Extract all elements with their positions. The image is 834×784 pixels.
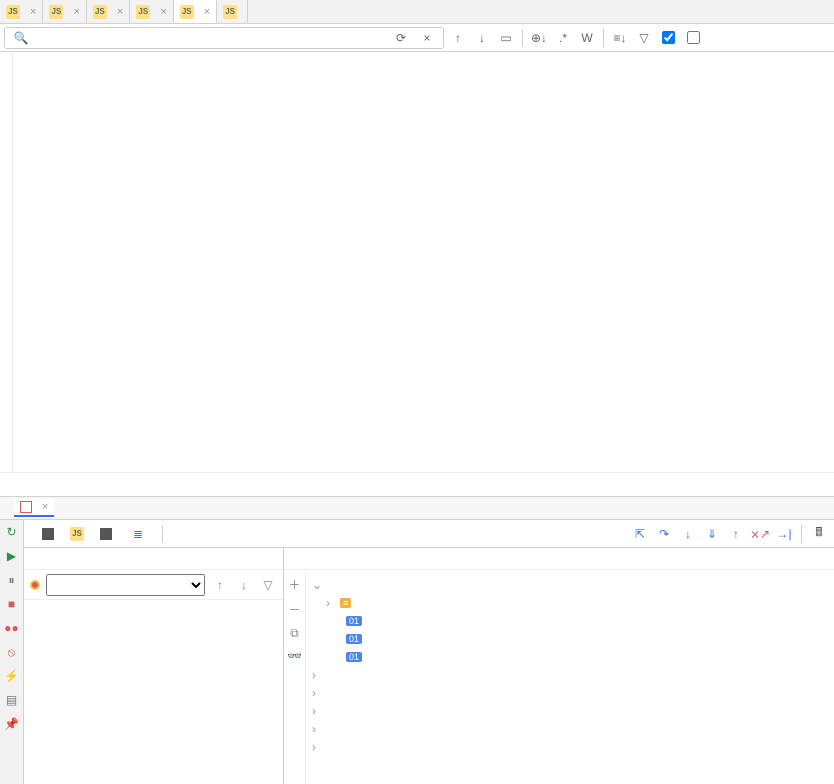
chevron-right-icon[interactable]: › bbox=[312, 722, 322, 736]
chevron-right-icon[interactable]: › bbox=[326, 596, 336, 610]
words-checkbox[interactable] bbox=[687, 31, 704, 44]
threads-icon[interactable]: ≣ bbox=[128, 524, 148, 544]
select-all-icon[interactable]: ▭ bbox=[496, 28, 516, 48]
close-icon[interactable]: × bbox=[30, 6, 36, 18]
step-over-icon[interactable]: ↷ bbox=[655, 525, 673, 543]
debug-config-tab[interactable]: × bbox=[14, 499, 54, 517]
prev-frame-icon[interactable]: ↑ bbox=[211, 576, 229, 594]
debug-side-toolbar: ↻ ▶ ⏸ ■ ●● ⦸ ⚡ ▤ 📌 bbox=[0, 520, 24, 784]
find-input-wrap: 🔍 ⟳ × bbox=[4, 27, 444, 49]
frames-header bbox=[24, 548, 283, 570]
close-icon[interactable]: × bbox=[73, 6, 79, 18]
filter-icon[interactable]: ▽ bbox=[634, 28, 654, 48]
thread-select[interactable] bbox=[46, 574, 205, 596]
thread-status-icon bbox=[30, 580, 40, 590]
tab-named-chunk-ids-plugin[interactable]: JS × bbox=[174, 0, 217, 23]
breakpoint-gutter[interactable] bbox=[13, 52, 29, 472]
line-gutter bbox=[0, 52, 13, 472]
close-icon[interactable]: × bbox=[42, 501, 48, 513]
resume-icon[interactable]: ▶ bbox=[4, 548, 20, 564]
tab-console[interactable] bbox=[42, 528, 58, 540]
code-editor[interactable] bbox=[0, 52, 834, 472]
frame-list[interactable] bbox=[24, 600, 283, 784]
drop-frame-icon[interactable]: ⨯↗ bbox=[751, 525, 769, 543]
filter-settings-icon[interactable]: ≡↓ bbox=[610, 28, 630, 48]
js-icon: JS bbox=[70, 527, 84, 541]
js-icon: JS bbox=[180, 5, 194, 19]
words-icon[interactable]: W bbox=[577, 28, 597, 48]
mute-breakpoints-icon[interactable]: ⦸ bbox=[4, 644, 20, 660]
chevron-down-icon[interactable]: ⌄ bbox=[312, 578, 322, 592]
tab-vue-config[interactable]: JS × bbox=[0, 0, 43, 23]
variables-toolbar: ＋ － ⧉ 👓 bbox=[284, 570, 306, 784]
evaluate-icon[interactable]: 🖩 bbox=[810, 525, 828, 543]
var-badge-icon: ≡ bbox=[340, 598, 351, 608]
pin-icon[interactable]: 📌 bbox=[4, 716, 20, 732]
tab-3042[interactable]: JS bbox=[217, 0, 248, 23]
pause-icon[interactable]: ⏸ bbox=[4, 572, 20, 588]
regex-icon[interactable]: .* bbox=[553, 28, 573, 48]
duplicate-icon[interactable]: ⧉ bbox=[290, 626, 299, 641]
filter-frames-icon[interactable]: ▽ bbox=[259, 576, 277, 594]
frames-panel: ↑ ↓ ▽ bbox=[24, 548, 284, 784]
debug-bar: × bbox=[0, 496, 834, 520]
editor-tabs: JS × JS × JS × JS × JS × JS bbox=[0, 0, 834, 24]
variables-panel: ＋ － ⧉ 👓 ⌄ › ≡ 01 01 01 › › › › bbox=[284, 548, 834, 784]
thunder-icon[interactable]: ⚡ bbox=[4, 668, 20, 684]
frames-toolbar: ↑ ↓ ▽ bbox=[24, 570, 283, 600]
tab-scripts[interactable]: JS bbox=[70, 527, 88, 541]
debug-config-icon bbox=[20, 501, 32, 513]
debug-panel: ↻ ▶ ⏸ ■ ●● ⦸ ⚡ ▤ 📌 JS ≣ ⇱ ↷ ↓ ⇓ ↑ ⨯↗ →| bbox=[0, 520, 834, 784]
tab-compilation[interactable]: JS × bbox=[43, 0, 86, 23]
var-badge-icon: 01 bbox=[346, 634, 362, 644]
step-controls: ⇱ ↷ ↓ ⇓ ↑ ⨯↗ →| 🖩 bbox=[631, 525, 828, 543]
remove-watch-icon[interactable]: － bbox=[288, 601, 300, 618]
next-match-icon[interactable]: ↓ bbox=[472, 28, 492, 48]
glasses-icon[interactable]: 👓 bbox=[287, 649, 302, 663]
variables-tree[interactable]: ⌄ › ≡ 01 01 01 › › › › › bbox=[306, 570, 834, 784]
show-exec-point-icon[interactable]: ⇱ bbox=[631, 525, 649, 543]
add-watch-icon[interactable]: ＋ bbox=[288, 576, 300, 593]
run-to-cursor-icon[interactable]: →| bbox=[775, 525, 793, 543]
chevron-right-icon[interactable]: › bbox=[312, 704, 322, 718]
tab-split-chunks-plugin[interactable]: JS × bbox=[130, 0, 173, 23]
settings-icon[interactable]: ▤ bbox=[4, 692, 20, 708]
chevron-right-icon[interactable]: › bbox=[312, 668, 322, 682]
add-selection-icon[interactable]: ⊕↓ bbox=[529, 28, 549, 48]
var-badge-icon: 01 bbox=[346, 652, 362, 662]
debugger-tabs: JS ≣ ⇱ ↷ ↓ ⇓ ↑ ⨯↗ →| 🖩 bbox=[24, 520, 834, 548]
variables-header bbox=[284, 548, 834, 570]
close-icon[interactable]: × bbox=[204, 6, 210, 18]
step-into-icon[interactable]: ↓ bbox=[679, 525, 697, 543]
js-icon: JS bbox=[136, 5, 150, 19]
find-bar: 🔍 ⟳ × ↑ ↓ ▭ ⊕↓ .* W ≡↓ ▽ bbox=[0, 24, 834, 52]
js-icon: JS bbox=[223, 5, 237, 19]
code-area[interactable] bbox=[29, 52, 834, 472]
close-icon[interactable]: × bbox=[160, 6, 166, 18]
close-icon[interactable]: × bbox=[117, 6, 123, 18]
breadcrumb[interactable] bbox=[0, 472, 834, 496]
js-icon: JS bbox=[93, 5, 107, 19]
var-badge-icon: 01 bbox=[346, 616, 362, 626]
tab-debugger-console[interactable] bbox=[100, 528, 116, 540]
clear-icon[interactable]: × bbox=[417, 28, 437, 48]
step-out-icon[interactable]: ↑ bbox=[727, 525, 745, 543]
rerun-icon[interactable]: ↻ bbox=[4, 524, 20, 540]
find-input[interactable] bbox=[37, 31, 385, 45]
js-icon: JS bbox=[49, 5, 63, 19]
match-case-checkbox[interactable] bbox=[662, 31, 679, 44]
chevron-right-icon[interactable]: › bbox=[312, 686, 322, 700]
stop-icon[interactable]: ■ bbox=[4, 596, 20, 612]
js-icon: JS bbox=[6, 5, 20, 19]
chevron-right-icon[interactable]: › bbox=[312, 740, 322, 754]
tab-build-chunk-graph[interactable]: JS × bbox=[87, 0, 130, 23]
prev-match-icon[interactable]: ↑ bbox=[448, 28, 468, 48]
search-icon: 🔍 bbox=[11, 28, 31, 48]
force-step-into-icon[interactable]: ⇓ bbox=[703, 525, 721, 543]
next-frame-icon[interactable]: ↓ bbox=[235, 576, 253, 594]
view-breakpoints-icon[interactable]: ●● bbox=[4, 620, 20, 636]
history-icon[interactable]: ⟳ bbox=[391, 28, 411, 48]
